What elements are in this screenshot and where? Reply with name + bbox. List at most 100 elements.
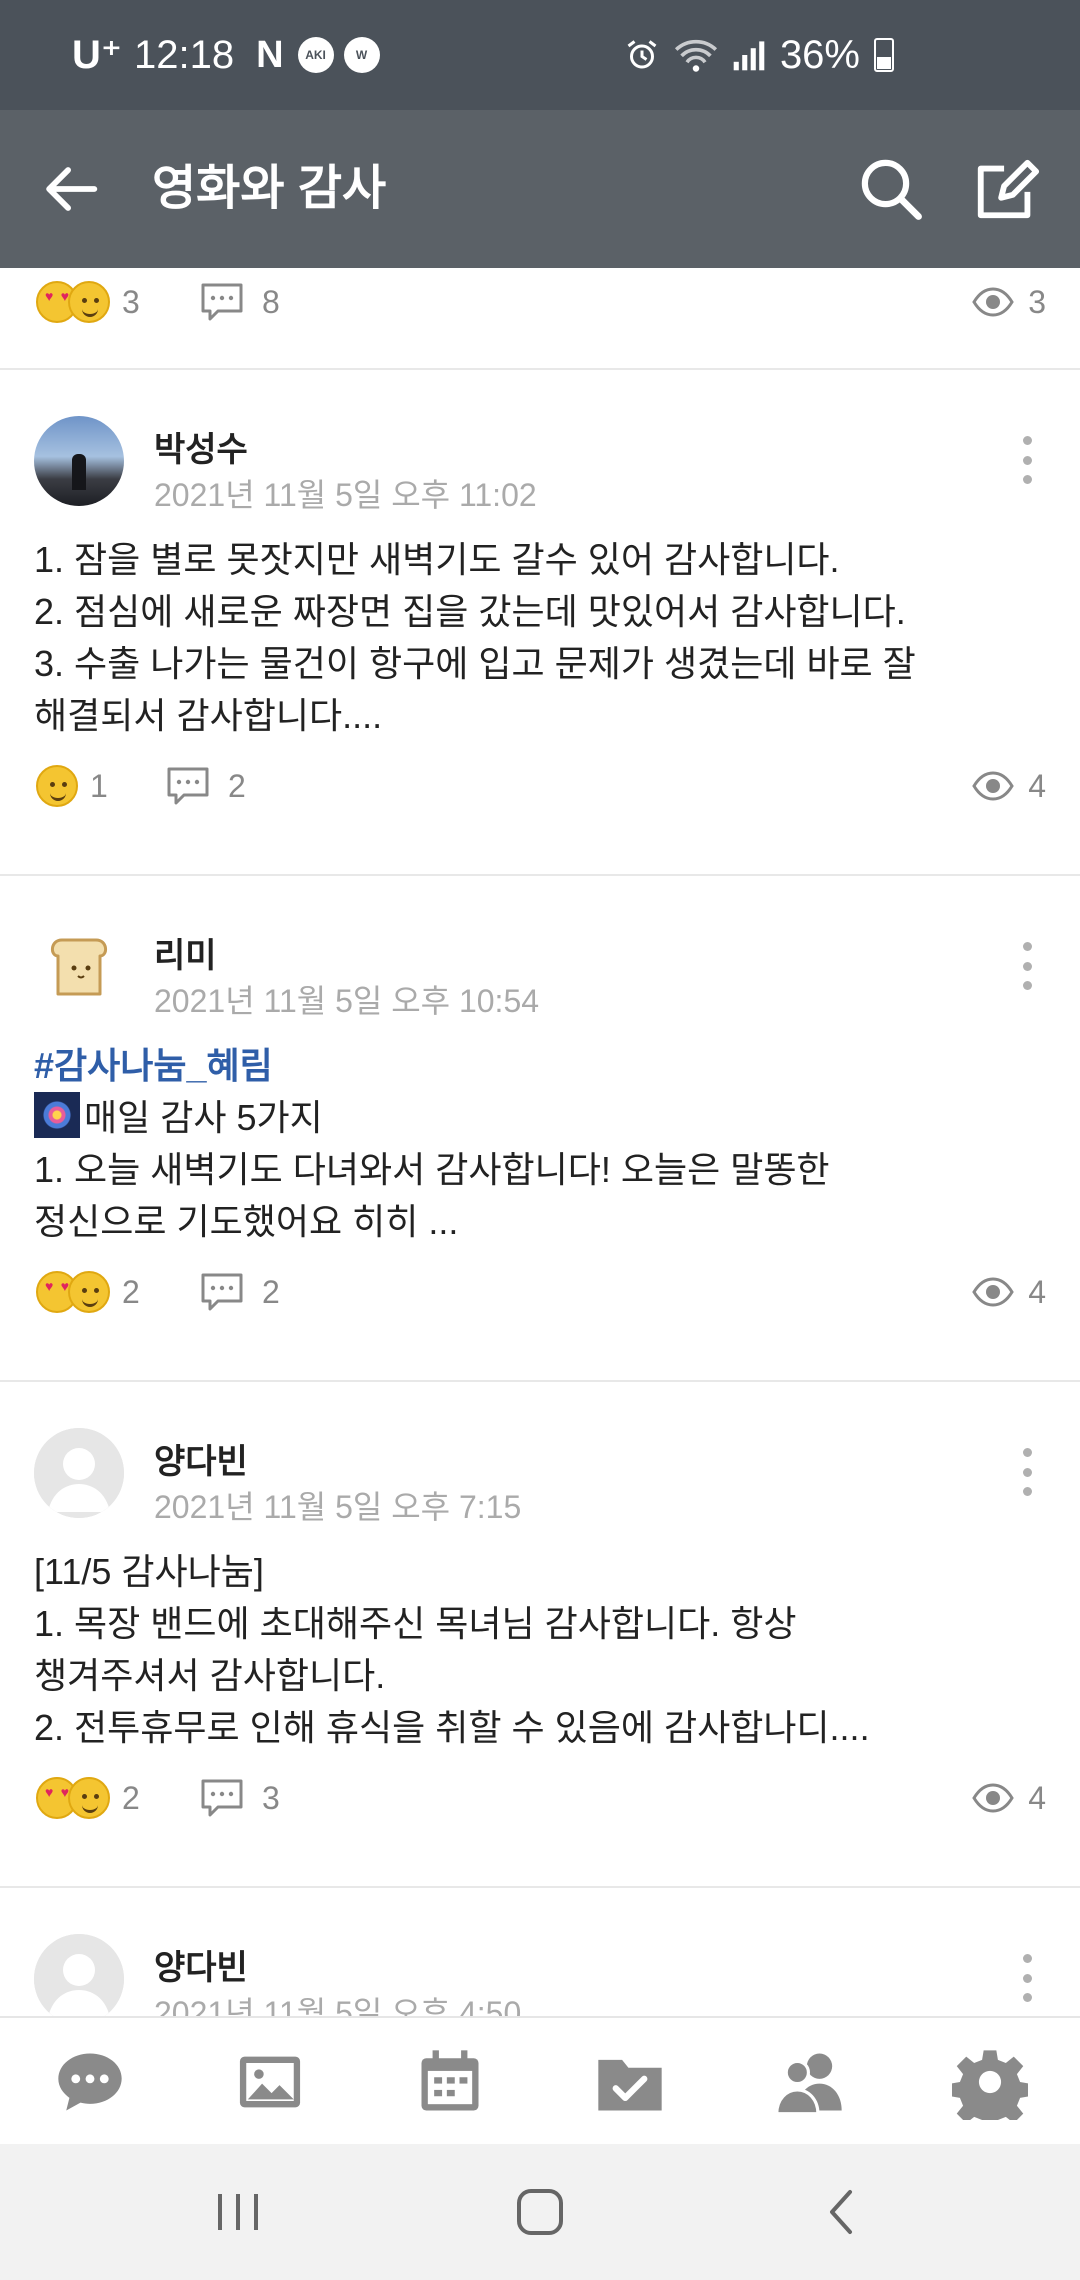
views: 3: [972, 284, 1046, 321]
comment-icon: [201, 1273, 243, 1311]
more-menu-icon[interactable]: [1012, 936, 1042, 996]
eye-icon: [972, 1783, 1014, 1813]
post-stats: 2 2 4: [0, 1262, 1080, 1322]
chat-icon[interactable]: [52, 2044, 128, 2120]
author-name[interactable]: 리미: [154, 928, 217, 977]
view-count: 4: [1028, 1779, 1046, 1816]
comments[interactable]: 2: [166, 766, 246, 806]
photo-icon[interactable]: [232, 2044, 308, 2120]
post-date: 2021년 11월 5일 오후 10:54: [154, 983, 540, 1019]
post-card[interactable]: 양다빈 2021년 11월 5일 오후 4:50: [0, 1888, 1080, 2016]
post-stats: 3 8 3: [0, 272, 1080, 332]
clock: 12:18: [134, 32, 235, 77]
status-right: 36%: [624, 0, 894, 110]
reactions[interactable]: 2: [36, 1777, 140, 1819]
more-menu-icon[interactable]: [1012, 430, 1042, 490]
views: 4: [972, 768, 1046, 805]
alarm-icon: [627, 40, 657, 69]
reaction-count: 2: [122, 1273, 140, 1310]
avatar[interactable]: [34, 1934, 124, 2016]
post-date: 2021년 11월 5일 오후 7:15: [154, 1489, 522, 1525]
members-icon[interactable]: [772, 2044, 848, 2120]
status-left: U⁺ 12:18 N AKI W: [72, 0, 380, 110]
thumbs-up-emoji-icon: [68, 1271, 110, 1313]
author-name[interactable]: 양다빈: [154, 1940, 248, 1989]
comments[interactable]: 8: [200, 282, 280, 322]
signal-icon: [733, 41, 765, 71]
post-card[interactable]: 리미 2021년 11월 5일 오후 10:54 #감사나눔_혜림 매일 감사 …: [0, 876, 1080, 1380]
post-line: 매일 감사 5가지: [84, 1097, 323, 1138]
page-title: 영화와 감사: [152, 162, 387, 215]
status-bar: U⁺ 12:18 N AKI W 36%: [0, 0, 1080, 110]
battery-icon: [874, 38, 894, 72]
avatar[interactable]: [34, 416, 124, 506]
post-body[interactable]: [11/5 감사나눔] 1. 목장 밴드에 초대해주신 목녀님 감사합니다. 항…: [34, 1546, 1044, 1754]
home-icon[interactable]: [510, 2182, 570, 2242]
post-line: 1. 잠을 별로 못잣지만 새벽기도 갈수 있어 감사합니다.: [34, 539, 840, 580]
comments[interactable]: 3: [200, 1778, 280, 1818]
post-line: 2. 전투휴무로 인해 휴식을 취할 수 있음에 감사합나디....: [34, 1707, 870, 1748]
fireworks-emoji-icon: [34, 1092, 80, 1138]
author-name[interactable]: 박성수: [154, 422, 248, 471]
avatar[interactable]: [34, 1428, 124, 1518]
post-date: 2021년 11월 5일 오후 4:50: [154, 1995, 522, 2016]
more-menu-icon[interactable]: [1012, 1948, 1042, 2008]
wifi-icon: [674, 39, 717, 72]
folder-check-icon[interactable]: [592, 2044, 668, 2120]
comments[interactable]: 2: [200, 1272, 280, 1312]
view-count: 3: [1028, 283, 1046, 320]
thumbs-up-emoji-icon: [68, 281, 110, 323]
post-line: 챙겨주셔서 감사합니다.: [34, 1655, 386, 1696]
reaction-count: 3: [122, 283, 140, 320]
reaction-count: 1: [90, 767, 108, 804]
n-icon: N: [256, 33, 284, 76]
views: 4: [972, 1274, 1046, 1311]
hashtag-link[interactable]: #감사나눔_혜림: [34, 1040, 1044, 1092]
comment-icon: [167, 767, 209, 805]
views: 4: [972, 1780, 1046, 1817]
author-name[interactable]: 양다빈: [154, 1434, 248, 1483]
post-stats: 2 3 4: [0, 1768, 1080, 1828]
aki-icon: AKI: [297, 37, 334, 73]
post-card[interactable]: 박성수 2021년 11월 5일 오후 11:02 1. 잠을 별로 못잣지만 …: [0, 370, 1080, 874]
avatar[interactable]: [34, 922, 124, 1012]
post-date: 2021년 11월 5일 오후 11:02: [154, 477, 537, 513]
post-body[interactable]: 1. 잠을 별로 못잣지만 새벽기도 갈수 있어 감사합니다. 2. 점심에 새…: [34, 534, 1044, 742]
app-bar: 영화와 감사: [0, 110, 1080, 268]
back-icon[interactable]: [812, 2182, 872, 2242]
carrier-label: U⁺: [72, 33, 122, 77]
settings-icon[interactable]: [950, 2044, 1030, 2130]
eye-icon: [972, 1277, 1014, 1307]
comment-count: 3: [262, 1779, 280, 1816]
comment-icon: [201, 1779, 243, 1817]
view-count: 4: [1028, 767, 1046, 804]
more-menu-icon[interactable]: [1012, 1442, 1042, 1502]
search-icon[interactable]: [858, 156, 924, 222]
reactions[interactable]: 3: [36, 281, 140, 323]
post-card[interactable]: 양다빈 2021년 11월 5일 오후 7:15 [11/5 감사나눔] 1. …: [0, 1382, 1080, 1886]
post-line: 정신으로 기도했어요 히히 ...: [34, 1201, 459, 1242]
thumbs-up-emoji-icon: [68, 1777, 110, 1819]
edit-icon[interactable]: [972, 154, 1042, 224]
comment-count: 2: [228, 767, 246, 804]
post-line: [11/5 감사나눔]: [34, 1551, 264, 1592]
post-line: 1. 오늘 새벽기도 다녀와서 감사합니다! 오늘은 말똥한: [34, 1149, 830, 1190]
post-line: 해결되서 감사합니다....: [34, 695, 383, 736]
arrow-left-icon[interactable]: [36, 154, 106, 224]
eye-icon: [972, 287, 1014, 317]
post-line: 2. 점심에 새로운 짜장면 집을 갔는데 맛있어서 감사합니다.: [34, 591, 906, 632]
post-feed[interactable]: 3 8 3 박성수 2021년 11월 5일 오후 11:02 1. 잠을 별로…: [0, 268, 1080, 2016]
bottom-nav: [0, 2016, 1080, 2144]
calendar-icon[interactable]: [412, 2044, 488, 2120]
post-stats: 1 2 4: [0, 756, 1080, 816]
reactions[interactable]: 2: [36, 1271, 140, 1313]
reactions[interactable]: 1: [36, 765, 108, 807]
recents-icon[interactable]: [208, 2182, 268, 2242]
vpn-icon: W: [343, 37, 380, 73]
view-count: 4: [1028, 1273, 1046, 1310]
system-nav: [0, 2144, 1080, 2280]
eye-icon: [972, 771, 1014, 801]
post-body[interactable]: #감사나눔_혜림 매일 감사 5가지 1. 오늘 새벽기도 다녀와서 감사합니다…: [34, 1040, 1044, 1248]
post-line: 1. 목장 밴드에 초대해주신 목녀님 감사합니다. 항상: [34, 1603, 797, 1644]
post-line: 3. 수출 나가는 물건이 항구에 입고 문제가 생겼는데 바로 잘: [34, 643, 916, 684]
